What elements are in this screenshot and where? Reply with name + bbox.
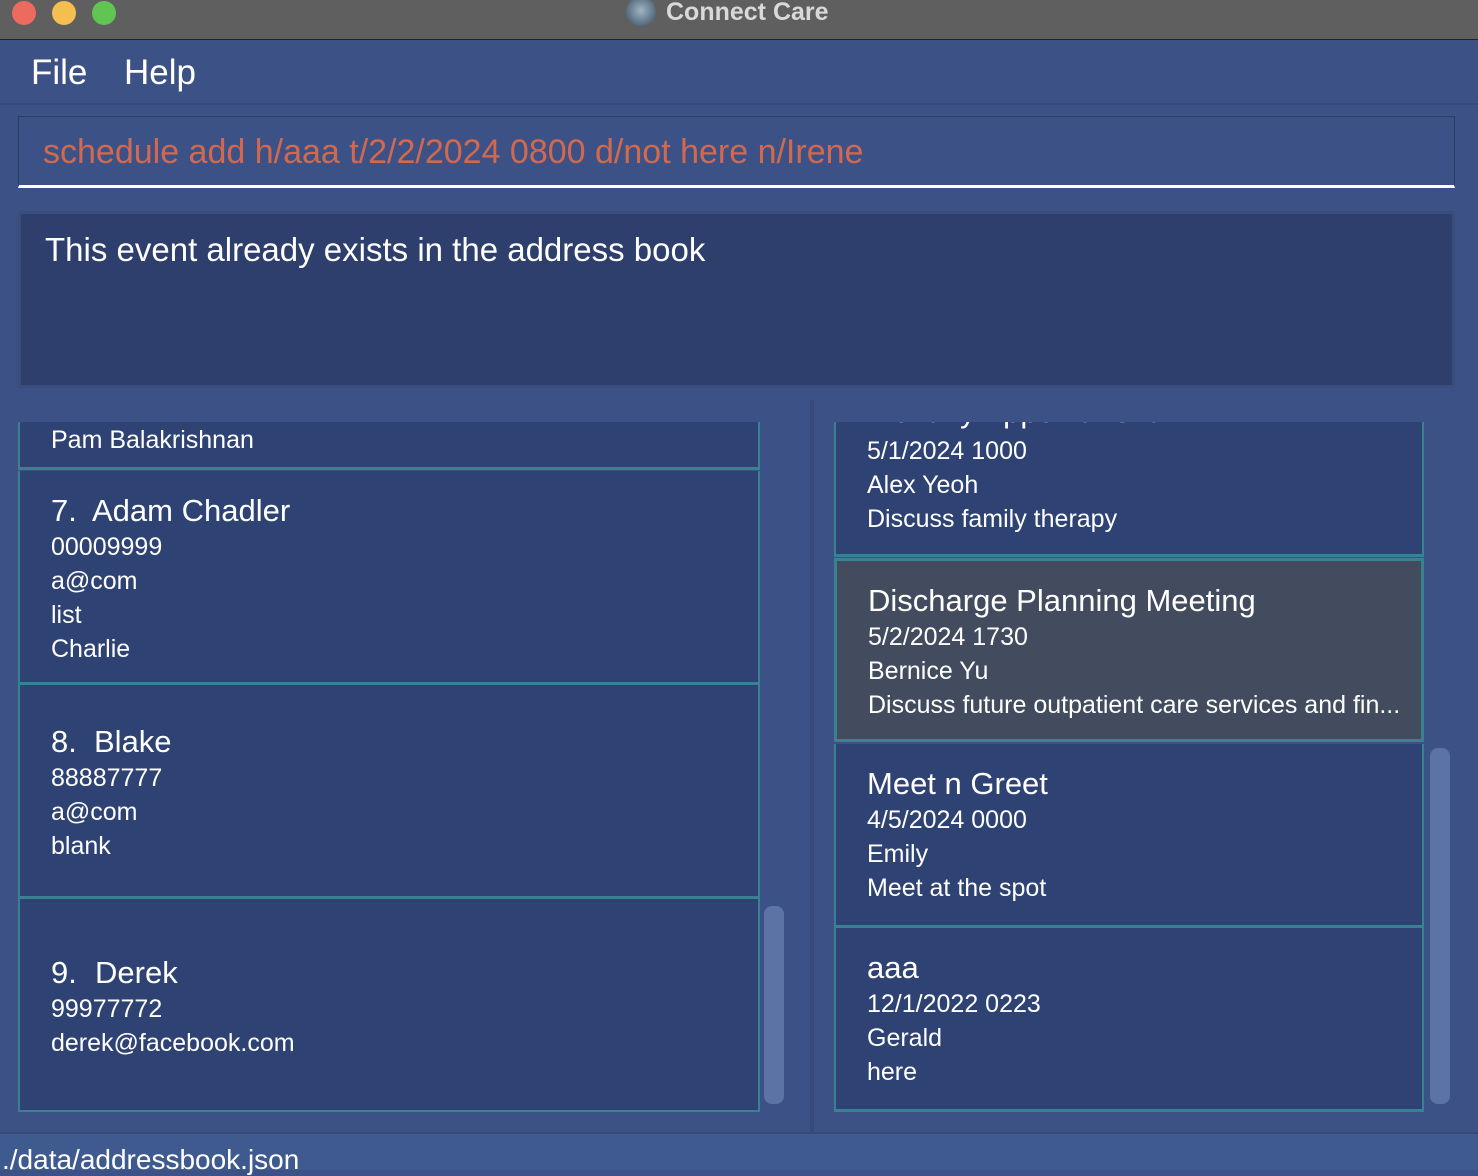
event-title: Discharge Planning Meeting: [868, 583, 1256, 618]
status-file-path: ./data/addressbook.json: [2, 1144, 300, 1175]
event-card[interactable]: aaa 12/1/2022 0223 Gerald here: [834, 928, 1424, 1112]
event-card-selected[interactable]: Discharge Planning Meeting 5/2/2024 1730…: [834, 558, 1424, 742]
person-phone: 88887777: [51, 764, 163, 792]
person-phone: 00009999: [51, 533, 163, 561]
command-input-text: schedule add h/aaa t/2/2/2024 0800 d/not…: [43, 133, 864, 171]
event-description: here: [867, 1058, 918, 1086]
person-list: Pam Balakrishnan 7. Adam Chadler 0000999…: [18, 422, 760, 1112]
event-time: 12/1/2022 0223: [867, 990, 1041, 1018]
person-detail: list: [51, 601, 82, 629]
person-phone: 99977772: [51, 995, 163, 1023]
person-name: Blake: [94, 724, 172, 759]
app-logo-icon: [626, 0, 656, 27]
menu-bar: File Help: [0, 41, 1478, 105]
window-title: Connect Care: [666, 0, 829, 26]
event-person: Alex Yeoh: [867, 471, 979, 499]
person-card[interactable]: Pam Balakrishnan: [18, 422, 760, 470]
person-email: a@com: [51, 567, 138, 595]
menu-file[interactable]: File: [31, 53, 87, 93]
event-title: Monthly Appointment: [867, 422, 1157, 430]
event-title: Meet n Greet: [867, 766, 1048, 801]
person-email: derek@facebook.com: [51, 1029, 295, 1057]
event-description: Discuss family therapy: [867, 505, 1118, 533]
minimize-window-button[interactable]: [52, 1, 76, 25]
person-index: 9.: [51, 955, 77, 990]
person-index: 8.: [51, 724, 77, 759]
event-card[interactable]: Meet n Greet 4/5/2024 0000 Emily Meet at…: [834, 744, 1424, 928]
maximize-window-button[interactable]: [92, 1, 116, 25]
event-title: aaa: [867, 950, 919, 985]
person-list-panel: Pam Balakrishnan 7. Adam Chadler 0000999…: [0, 400, 810, 1132]
event-time: 5/1/2024 1000: [867, 437, 1027, 465]
person-name: Adam Chadler: [92, 493, 291, 528]
status-bar: ./data/addressbook.json: [0, 1132, 1478, 1175]
window-title-group: Connect Care: [626, 0, 829, 28]
event-person: Bernice Yu: [868, 657, 989, 685]
person-name: Pam Balakrishnan: [51, 426, 254, 454]
close-window-button[interactable]: [12, 1, 36, 25]
person-detail: blank: [51, 832, 111, 860]
event-person: Gerald: [867, 1024, 943, 1052]
event-time: 4/5/2024 0000: [867, 806, 1027, 834]
person-card[interactable]: 9. Derek 99977772 derek@facebook.com: [18, 899, 760, 1112]
title-bar: Connect Care: [0, 0, 1478, 40]
result-display: This event already exists in the address…: [18, 211, 1455, 388]
result-message: This event already exists in the address…: [45, 231, 706, 268]
event-list-panel: Monthly Appointment 5/1/2024 1000 Alex Y…: [814, 400, 1478, 1132]
person-card[interactable]: 8. Blake 88887777 a@com blank: [18, 685, 760, 899]
command-input[interactable]: schedule add h/aaa t/2/2/2024 0800 d/not…: [18, 116, 1455, 188]
person-index: 7.: [51, 493, 77, 528]
person-list-scrollbar[interactable]: [764, 906, 784, 1104]
person-card[interactable]: 7. Adam Chadler 00009999 a@com list Char…: [18, 471, 760, 685]
event-list: Monthly Appointment 5/1/2024 1000 Alex Y…: [834, 422, 1424, 1112]
person-name: Derek: [95, 955, 178, 990]
event-time: 5/2/2024 1730: [868, 623, 1028, 651]
event-card[interactable]: Monthly Appointment 5/1/2024 1000 Alex Y…: [834, 422, 1424, 557]
event-list-scrollbar[interactable]: [1430, 748, 1450, 1104]
event-description: Meet at the spot: [867, 874, 1047, 902]
person-email: a@com: [51, 798, 138, 826]
menu-help[interactable]: Help: [124, 53, 196, 93]
person-detail: Charlie: [51, 635, 131, 663]
event-description: Discuss future outpatient care services …: [868, 691, 1401, 719]
event-person: Emily: [867, 840, 929, 868]
